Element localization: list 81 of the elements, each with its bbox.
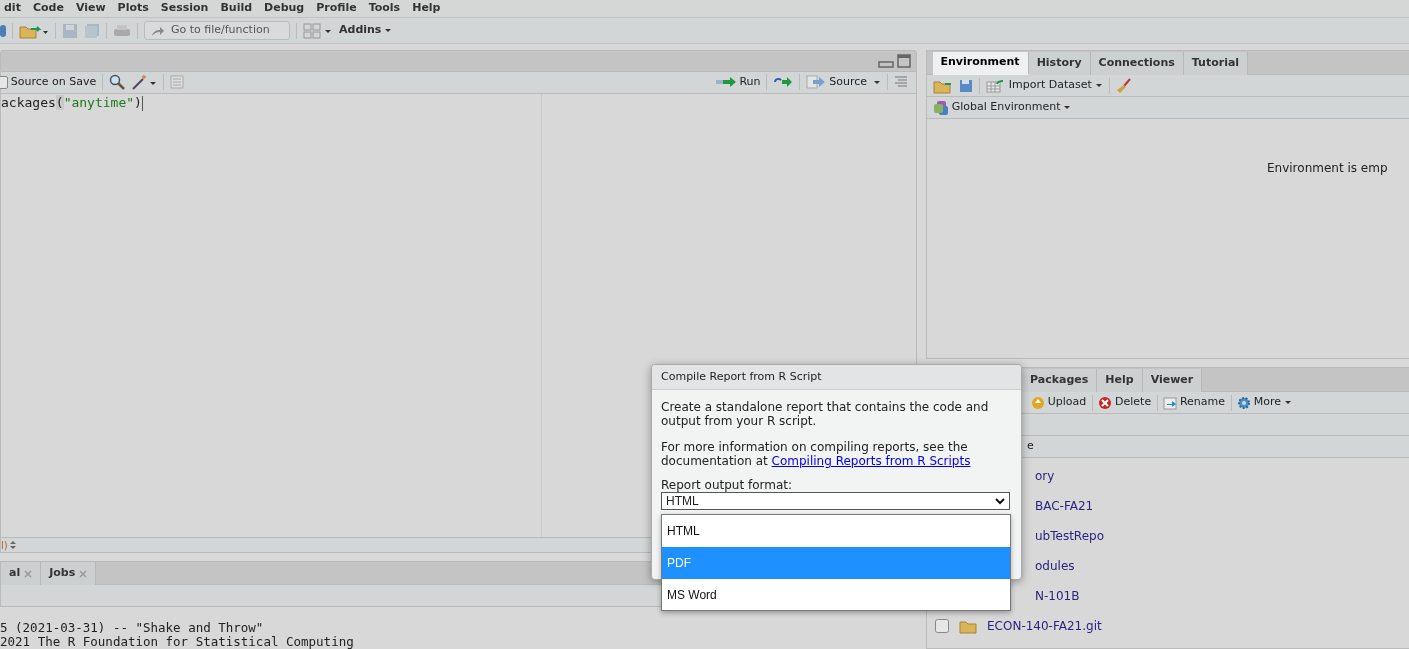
file-name[interactable]: BAC-FA21 <box>1035 496 1094 515</box>
menu-item[interactable]: dit <box>0 1 29 14</box>
caret-icon <box>1283 399 1292 406</box>
row-checkbox[interactable] <box>935 618 949 633</box>
code-line: ackages("anytime") <box>1 94 142 111</box>
addins-menu[interactable]: Addins <box>339 22 393 39</box>
console-tab[interactable]: al <box>1 562 42 586</box>
save-icon[interactable] <box>959 78 973 93</box>
caret-icon[interactable] <box>873 78 881 86</box>
menu-item[interactable]: Session <box>156 1 217 14</box>
dropdown-option[interactable]: HTML <box>662 515 1010 547</box>
outline-icon[interactable] <box>170 75 185 90</box>
console-tab[interactable]: Jobs <box>41 562 97 586</box>
chevron-icon <box>995 497 1005 505</box>
rename-icon <box>1163 395 1178 410</box>
arrow-icon <box>714 76 737 89</box>
console-line: 5 (2021-03-31) -- "Shake and Throw" <box>0 621 265 635</box>
menu-item[interactable]: Plots <box>113 1 157 14</box>
file-name[interactable]: ECON-140-FA21.git <box>987 616 1102 635</box>
pane-tab[interactable]: History <box>1028 52 1091 75</box>
empty-message: Environment is emp <box>1267 160 1388 177</box>
delete-icon <box>1098 395 1113 410</box>
column-header[interactable]: e <box>1027 438 1034 455</box>
stacked-squares-icon <box>933 99 949 116</box>
rename-button[interactable]: Rename <box>1163 394 1226 411</box>
dropdown-option[interactable]: MS Word <box>662 579 1010 611</box>
menu-item[interactable]: Profile <box>312 1 365 14</box>
save-all-icon[interactable] <box>84 22 100 39</box>
rerun-icon[interactable] <box>773 76 794 89</box>
pane-tab[interactable]: Help <box>1097 369 1143 392</box>
intro-text: Create a standalone report that contains the code and output from your R script. <box>661 400 990 428</box>
broom-icon[interactable] <box>1115 77 1132 94</box>
lines-icon[interactable] <box>894 76 908 89</box>
menu-item[interactable]: Debug <box>260 1 313 14</box>
menu-item[interactable]: View <box>71 1 114 14</box>
minimize-icon[interactable] <box>877 60 894 69</box>
help-link[interactable]: Compiling Reports from R Scripts <box>771 454 971 468</box>
file-name[interactable]: odules <box>1035 556 1075 575</box>
close-icon[interactable] <box>24 569 33 578</box>
caret-icon <box>1094 82 1103 89</box>
text-cursor <box>141 95 143 111</box>
menu-item[interactable]: Tools <box>364 1 409 14</box>
format-label: Report output format: <box>661 478 794 492</box>
pane-tab[interactable]: Tutorial <box>1183 52 1249 75</box>
go-to-file-field[interactable]: Go to file/function <box>144 21 290 40</box>
pane-tab[interactable]: Environment <box>932 52 1029 75</box>
delete-button[interactable]: Delete <box>1098 394 1152 411</box>
arrow-icon <box>151 24 165 37</box>
status-text: l) <box>1 538 8 553</box>
format-select[interactable]: HTML <box>661 492 1010 510</box>
run-button[interactable]: Run <box>714 74 761 91</box>
file-name[interactable]: ory <box>1035 466 1055 485</box>
gear-icon <box>1237 395 1252 410</box>
file-name[interactable]: ubTestRepo <box>1035 526 1104 545</box>
caret-icon <box>1063 104 1072 111</box>
menu-item[interactable]: Code <box>28 1 72 14</box>
arrow-icon <box>806 75 827 90</box>
print-icon[interactable] <box>113 22 131 39</box>
magic-wand-icon[interactable] <box>131 74 158 91</box>
menu-item[interactable]: Help <box>408 1 449 14</box>
source-button[interactable]: Source <box>806 74 867 91</box>
upload-icon <box>1031 395 1045 410</box>
pane-tab[interactable]: Connections <box>1090 52 1184 75</box>
dialog-title: Compile Report from R Script <box>652 365 1021 390</box>
import-dataset-button[interactable]: Import Dataset <box>986 77 1103 94</box>
file-name[interactable]: N-101B <box>1035 586 1080 605</box>
source-on-save-checkbox[interactable]: Source on Save <box>0 74 97 91</box>
menu-item[interactable]: Build <box>216 1 261 14</box>
pane-tab[interactable]: Viewer <box>1142 369 1203 392</box>
close-icon[interactable] <box>79 569 88 578</box>
grid-icon[interactable] <box>303 22 333 39</box>
maximize-icon[interactable] <box>896 54 911 69</box>
more-button[interactable]: More <box>1237 394 1292 411</box>
pane-tab[interactable]: Packages <box>1022 369 1098 392</box>
upload-button[interactable]: Upload <box>1031 394 1087 411</box>
caret-icon <box>384 27 393 34</box>
search-icon[interactable] <box>109 74 126 91</box>
save-icon[interactable] <box>62 22 78 39</box>
console-line: 2021 The R Foundation for Statistical Computing <box>0 635 355 649</box>
table-icon <box>986 78 1006 93</box>
info-text: For more information on compiling reports, see the documentation at Compiling Reports from R Scripts <box>661 440 972 468</box>
